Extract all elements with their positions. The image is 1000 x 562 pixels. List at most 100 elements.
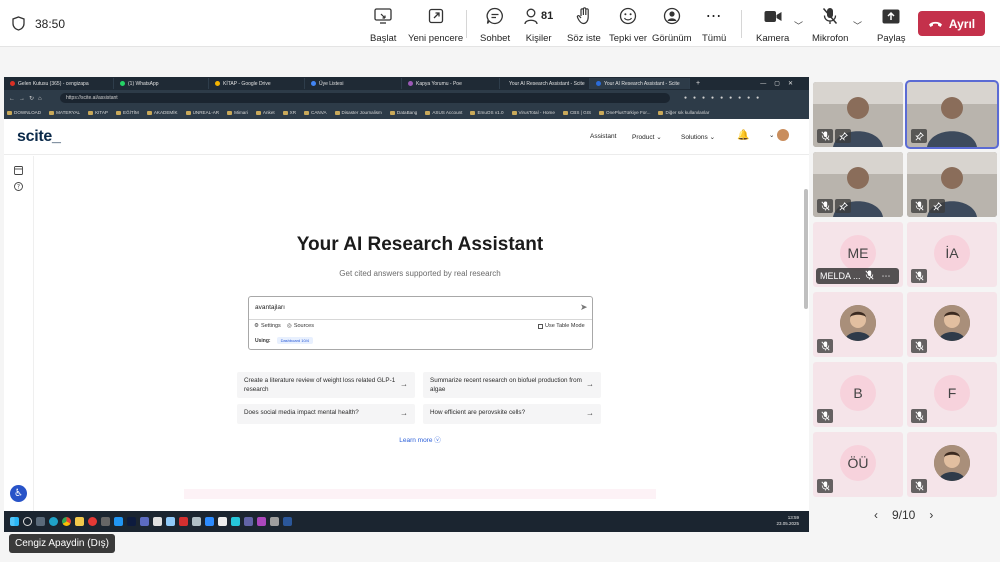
view-button[interactable]: Görünüm xyxy=(652,6,692,44)
chevron-right-icon[interactable]: › xyxy=(929,508,933,522)
more-button[interactable]: ⋯ Tümü xyxy=(702,6,726,44)
bookmark-item[interactable]: EmuOS v1.0 xyxy=(470,110,503,115)
participant-tile[interactable] xyxy=(813,82,903,147)
taskview-icon[interactable] xyxy=(36,517,45,526)
browser-tab[interactable]: Gelen Kutusu (365) - cengizapa xyxy=(4,78,114,89)
sources-button[interactable]: ◎ Sources xyxy=(287,323,314,329)
mic-button[interactable]: Mikrofon xyxy=(812,6,848,44)
pin-icon[interactable] xyxy=(929,199,945,213)
assistant-query-input[interactable] xyxy=(255,300,565,315)
bookmark-item[interactable]: Anket xyxy=(256,110,275,115)
app-icon[interactable] xyxy=(257,517,266,526)
browser-tab[interactable]: Your AI Research Assistant - Scite xyxy=(500,78,590,89)
browser-tab[interactable]: KİTAP - Google Drive xyxy=(209,78,305,89)
new-window-button[interactable]: Yeni pencere xyxy=(408,6,463,44)
pin-icon[interactable] xyxy=(835,199,851,213)
suggestion-card[interactable]: Summarize recent research on biofuel pro… xyxy=(423,372,601,398)
participant-tile[interactable] xyxy=(905,80,999,149)
browser-tab[interactable]: Üye Listesi xyxy=(305,78,402,89)
share-button[interactable]: Paylaş xyxy=(877,6,906,44)
calculator-icon[interactable] xyxy=(101,517,110,526)
app-icon[interactable] xyxy=(270,517,279,526)
bookmark-item[interactable]: EĞİTİM xyxy=(116,110,139,115)
participant-tile[interactable]: ME MELDA ... ⋯ xyxy=(813,222,903,287)
participant-tile[interactable]: B xyxy=(813,362,903,427)
bookmark-item[interactable]: KITAP xyxy=(88,110,108,115)
teams-icon[interactable] xyxy=(244,517,253,526)
app-icon[interactable] xyxy=(153,517,162,526)
search-icon[interactable] xyxy=(23,517,32,526)
bookmark-item[interactable]: DOWNLOAD xyxy=(7,110,41,115)
leave-button[interactable]: Ayrıl xyxy=(918,11,985,36)
sidebar-toggle-icon[interactable] xyxy=(14,166,23,175)
participant-tile[interactable] xyxy=(907,152,997,217)
nav-solutions[interactable]: Solutions ⌄ xyxy=(681,133,715,141)
nav-arrows-icon[interactable]: ←→↻⌂ xyxy=(4,95,46,102)
bookmark-item[interactable]: DataBang xyxy=(390,110,417,115)
bookmark-item[interactable]: ASUS Account xyxy=(425,110,462,115)
chrome-icon[interactable] xyxy=(62,517,71,526)
participant-tile[interactable]: İA xyxy=(907,222,997,287)
suggestion-card[interactable]: Create a literature review of weight los… xyxy=(237,372,415,398)
opera-icon[interactable] xyxy=(88,517,97,526)
edge-icon[interactable] xyxy=(49,517,58,526)
scrollbar[interactable] xyxy=(804,189,808,309)
bookmark-item[interactable]: CBS | GIS xyxy=(563,110,591,115)
nav-product[interactable]: Product ⌄ xyxy=(632,133,662,141)
bookmark-item[interactable]: OnePlusTürkiye For... xyxy=(599,110,650,115)
participant-tile[interactable] xyxy=(813,292,903,357)
windows-start-icon[interactable] xyxy=(10,517,19,526)
using-chip[interactable]: Dashboard 10/4 xyxy=(276,337,314,344)
browser-tab[interactable]: Kapya Yorumu - Poe xyxy=(402,78,500,89)
app-icon[interactable] xyxy=(166,517,175,526)
suggestion-card[interactable]: Does social media impact mental health? → xyxy=(237,404,415,424)
word-icon[interactable] xyxy=(283,517,292,526)
acrobat-icon[interactable] xyxy=(179,517,188,526)
browser-tab-active[interactable]: Your AI Research Assistant - Scite xyxy=(590,78,690,89)
chevron-left-icon[interactable]: ‹ xyxy=(874,508,878,522)
bookmark-item[interactable]: Disaster Journalism xyxy=(335,110,382,115)
bookmark-item[interactable]: UNREAL-AR xyxy=(186,110,220,115)
chevron-down-icon[interactable]: ﹀ xyxy=(794,19,803,32)
bookmark-item[interactable]: Diğer sık kullanılanlar xyxy=(658,110,709,115)
extension-icons[interactable]: ●●●●●●●●● xyxy=(684,95,765,101)
account-menu[interactable]: ⌄ xyxy=(769,129,790,141)
react-button[interactable]: Tepki ver xyxy=(609,6,647,44)
accessibility-icon[interactable]: ♿ xyxy=(10,485,27,502)
pin-icon[interactable] xyxy=(835,129,851,143)
bookmark-item[interactable]: AKADEMİK xyxy=(147,110,178,115)
participant-tile[interactable] xyxy=(907,292,997,357)
participant-tile[interactable] xyxy=(907,432,997,497)
chat-button[interactable]: Sohbet xyxy=(480,6,510,44)
scite-logo[interactable]: scite_ xyxy=(17,128,61,146)
bell-icon[interactable]: 🔔 xyxy=(737,130,749,141)
participant-tile[interactable]: ÖÜ xyxy=(813,432,903,497)
camera-button[interactable]: Kamera xyxy=(756,6,789,44)
bookmark-item[interactable]: XR xyxy=(283,110,296,115)
more-icon[interactable]: ⋯ xyxy=(882,271,891,282)
send-icon[interactable]: ➤ xyxy=(580,302,588,313)
bookmark-item[interactable]: Mimari xyxy=(227,110,248,115)
photoshop-icon[interactable] xyxy=(127,517,136,526)
app-icon[interactable] xyxy=(192,517,201,526)
learn-more-link[interactable]: Learn more ⓥ xyxy=(4,434,809,444)
suggestion-card[interactable]: How efficient are perovskite cells? → xyxy=(423,404,601,424)
participant-tile[interactable] xyxy=(813,152,903,217)
settings-button[interactable]: ⚙ Settings xyxy=(254,323,281,329)
app-icon[interactable] xyxy=(231,517,240,526)
app-icon[interactable] xyxy=(218,517,227,526)
zoom-icon[interactable] xyxy=(205,517,214,526)
people-button[interactable]: 81 Kişiler xyxy=(524,6,553,44)
app-icon[interactable] xyxy=(140,517,149,526)
help-icon[interactable]: ? xyxy=(14,182,23,191)
table-mode-toggle[interactable]: Use Table Mode xyxy=(538,323,585,329)
nav-assistant[interactable]: Assistant xyxy=(590,133,616,140)
app-icon[interactable] xyxy=(114,517,123,526)
bookmark-item[interactable]: VirusTotal - Home xyxy=(512,110,555,115)
chevron-down-icon[interactable]: ﹀ xyxy=(853,19,862,32)
explorer-icon[interactable] xyxy=(75,517,84,526)
raise-hand-button[interactable]: Söz iste xyxy=(567,6,601,44)
participant-tile[interactable]: F xyxy=(907,362,997,427)
window-controls[interactable]: —▢✕ xyxy=(760,80,809,87)
start-button[interactable]: Başlat xyxy=(370,6,396,44)
